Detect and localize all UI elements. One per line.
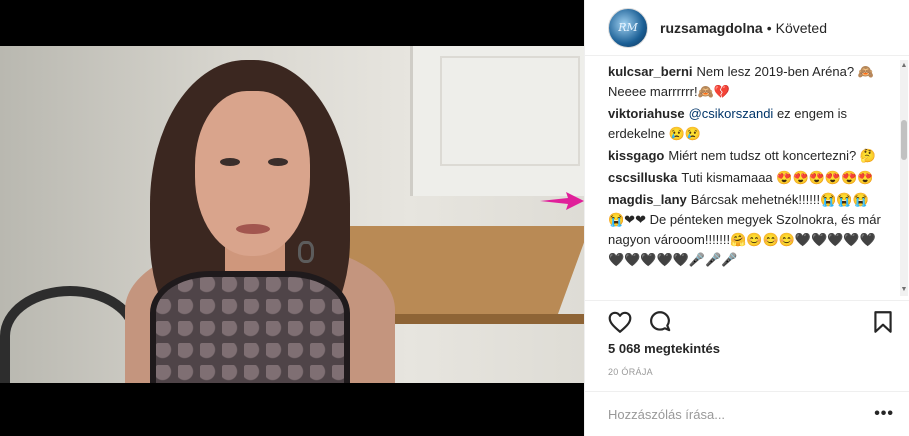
- comment-username[interactable]: magdis_lany: [608, 192, 687, 207]
- heart-outline-icon[interactable]: [607, 309, 633, 335]
- post-timestamp[interactable]: 20 ÓRÁJA: [608, 367, 653, 377]
- post-video[interactable]: [0, 0, 584, 436]
- comment-mention-link[interactable]: @csikorszandi: [689, 106, 774, 121]
- header-separator: •: [766, 19, 772, 36]
- arrow-annotation-icon: [540, 192, 584, 210]
- action-bar: [585, 300, 909, 340]
- avatar[interactable]: RM: [608, 7, 648, 48]
- comment-item: kulcsar_berni Nem lesz 2019-ben Aréna? 🙈 …: [608, 62, 882, 102]
- post-header: RM ruzsamagdolna • Követed: [585, 0, 909, 56]
- avatar-initials: RM: [618, 21, 638, 34]
- background-chair: [0, 286, 140, 383]
- header-text: ruzsamagdolna • Követed: [660, 20, 827, 36]
- person-lips: [236, 224, 270, 234]
- follow-status-button[interactable]: Követed: [776, 20, 827, 36]
- comment-item: viktoriahuse @csikorszandi ez engem is er…: [608, 104, 882, 144]
- view-count[interactable]: 5 068 megtekintés: [608, 341, 720, 356]
- comment-text: Tuti kismamaaa 😍😍😍😍😍😍: [681, 170, 874, 185]
- background-window: [440, 56, 580, 166]
- comment-item: magdis_lany Bárcsak mehetnék!!!!!!😭😭😭😭❤❤ …: [608, 190, 882, 270]
- comment-text: Miért nem tudsz ott koncertezni? 🤔: [668, 148, 877, 163]
- comment-username[interactable]: cscsilluska: [608, 170, 677, 185]
- video-frame[interactable]: [0, 46, 584, 383]
- comment-item: cscsilluska Tuti kismamaaa 😍😍😍😍😍😍: [608, 168, 882, 188]
- scroll-up-arrow-icon[interactable]: ▲: [900, 62, 908, 70]
- comments-scrollbar[interactable]: ▲ ▼: [900, 60, 908, 296]
- comment-input[interactable]: [608, 404, 858, 424]
- person-eye-left: [220, 158, 240, 166]
- instagram-post-modal: RM ruzsamagdolna • Követed kulcsar_berni Ne…: [0, 0, 909, 436]
- comment-item: kissgago Miért nem tudsz ott koncertezni?…: [608, 146, 882, 166]
- post-username[interactable]: ruzsamagdolna: [660, 20, 763, 36]
- comment-username[interactable]: kissgago: [608, 148, 664, 163]
- person-earring: [298, 241, 314, 263]
- person-eye-right: [268, 158, 288, 166]
- bookmark-icon[interactable]: [870, 309, 896, 335]
- post-side-panel: RM ruzsamagdolna • Követed kulcsar_berni Ne…: [584, 0, 909, 436]
- more-options-icon[interactable]: •••: [874, 405, 894, 423]
- scrollbar-thumb[interactable]: [901, 120, 907, 160]
- person-sequin-top: [150, 271, 350, 383]
- comments-list[interactable]: kulcsar_berni Nem lesz 2019-ben Aréna? 🙈 …: [585, 60, 909, 296]
- comment-username[interactable]: viktoriahuse: [608, 106, 685, 121]
- comment-username[interactable]: kulcsar_berni: [608, 64, 693, 79]
- scroll-down-arrow-icon[interactable]: ▼: [900, 286, 908, 294]
- comment-bubble-icon[interactable]: [647, 309, 673, 335]
- add-comment-section: •••: [585, 391, 909, 436]
